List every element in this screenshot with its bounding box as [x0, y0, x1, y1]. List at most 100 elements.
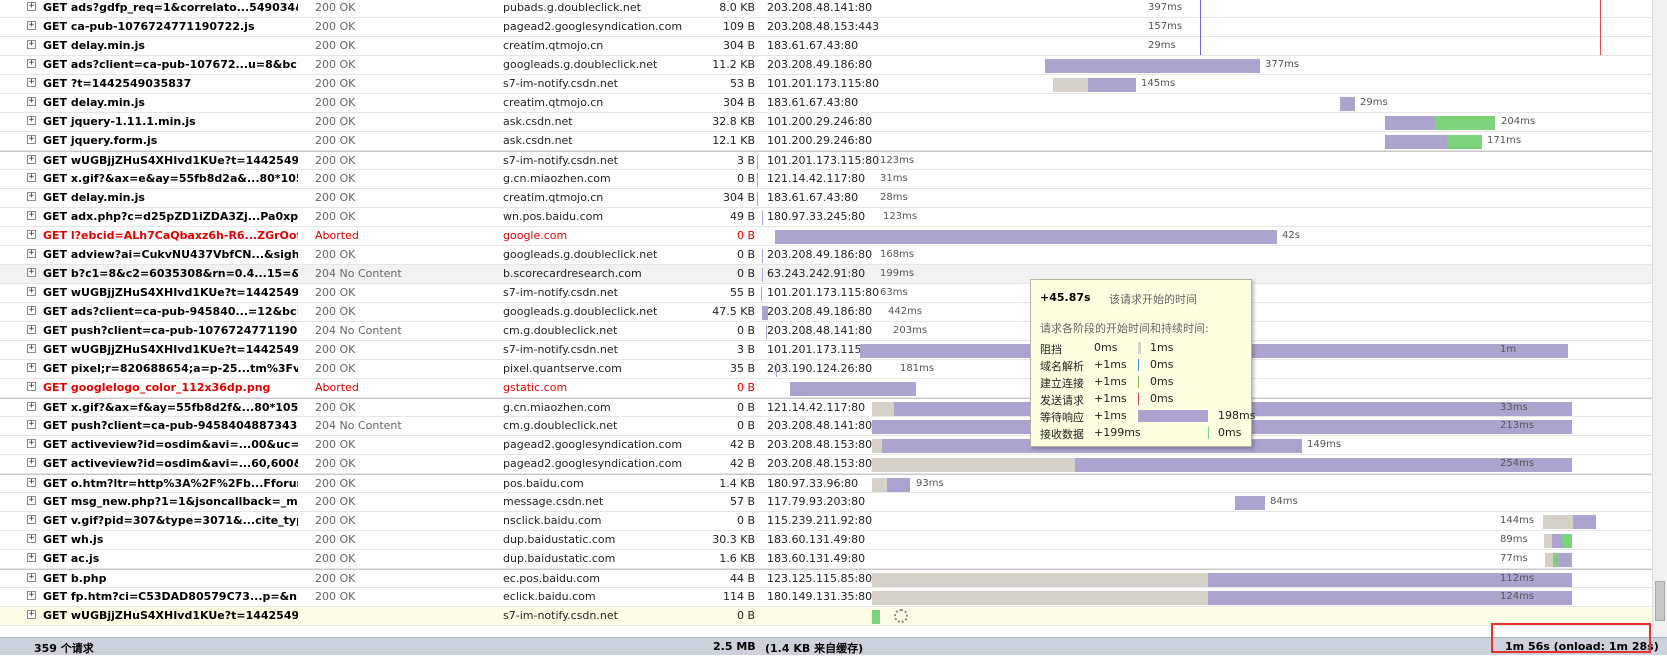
request-row[interactable]: + GET v.gif?pid=307&type=3071&...cite_typ…: [0, 512, 1652, 531]
request-size: 0 B: [736, 401, 755, 414]
expand-icon[interactable]: +: [27, 249, 36, 258]
expand-icon[interactable]: +: [27, 59, 36, 68]
request-url: GET activeview?id=osdim&avi=...60,600&uc…: [43, 457, 298, 470]
request-row[interactable]: + GET x.gif?&ax=f&ay=55fb8d2f&...80*1050&…: [0, 398, 1652, 417]
request-timeline: 213ms: [860, 417, 1652, 436]
request-row[interactable]: + GET ads?client=ca-pub-945840...=12&bc=1…: [0, 303, 1652, 322]
request-row[interactable]: + GET jquery-1.11.1.min.js 200 OK ask.csdn.…: [0, 113, 1652, 132]
request-domain: eclick.baidu.com: [503, 590, 596, 603]
request-row[interactable]: + GET delay.min.js 200 OK creatim.qtmojo.cn…: [0, 189, 1652, 208]
expand-icon[interactable]: +: [27, 344, 36, 353]
request-row[interactable]: + GET fp.htm?ci=C53DAD80579C73...p=&nip=8…: [0, 588, 1652, 607]
request-row[interactable]: + GET ads?client=ca-pub-107672...u=8&bc=1…: [0, 56, 1652, 75]
timeline-bar-wait: [762, 211, 763, 225]
request-url: GET l?ebcid=ALh7CaQbaxz6h-R6...ZGrOofrq8: [43, 229, 298, 242]
request-row[interactable]: + GET o.htm?ltr=http%3A%2F%2Fb...Fforums 2…: [0, 474, 1652, 493]
resize-grip-icon[interactable]: ⋰: [1644, 641, 1653, 651]
timeline-bar-block: [872, 402, 894, 416]
request-row[interactable]: + GET wh.js 200 OK dup.baidustatic.com 30.3 …: [0, 531, 1652, 550]
request-row[interactable]: + GET wUGBjjZHuS4XHIvd1KUe?t=1442549040 20…: [0, 341, 1652, 360]
request-duration: 171ms: [1487, 135, 1522, 146]
request-row[interactable]: + GET ?t=1442549035837 200 OK s7-im-notify.…: [0, 75, 1652, 94]
expand-icon[interactable]: +: [27, 78, 36, 87]
expand-icon[interactable]: +: [27, 306, 36, 315]
expand-icon[interactable]: +: [27, 2, 36, 11]
request-row[interactable]: + GET adview?ai=CukvNU437VbfCN...&sigh=sW…: [0, 246, 1652, 265]
timeline-bar-wait: [1385, 135, 1447, 149]
request-row[interactable]: + GET b?c1=8&c2=6035308&rn=0.4...15=&c16 2…: [0, 265, 1652, 284]
request-row[interactable]: + GET activeview?id=osdim&avi=...00&uc=2&…: [0, 436, 1652, 455]
expand-icon[interactable]: +: [27, 325, 36, 334]
request-row[interactable]: + GET wUGBjjZHuS4XHIvd1KUe?t=1442549037 20…: [0, 151, 1652, 170]
expand-icon[interactable]: +: [27, 439, 36, 448]
request-row[interactable]: + GET ca-pub-1076724771190722.js 200 OK pag…: [0, 18, 1652, 37]
request-status: 200 OK: [315, 172, 356, 185]
request-url: GET delay.min.js: [43, 96, 145, 109]
expand-icon[interactable]: +: [27, 420, 36, 429]
request-status: 200 OK: [315, 77, 356, 90]
expand-icon[interactable]: +: [27, 610, 36, 619]
phase-row-conn: 建立连接 +1ms 0ms: [1040, 375, 1245, 391]
expand-icon[interactable]: +: [27, 21, 36, 30]
request-domain: cm.g.doubleclick.net: [503, 324, 618, 337]
request-size: 1.6 KB: [719, 552, 755, 565]
request-url: GET fp.htm?ci=C53DAD80579C73...p=&nip=8: [43, 590, 298, 603]
tooltip-start-label: 该请求开始的时间: [1109, 293, 1197, 306]
expand-icon[interactable]: +: [27, 173, 36, 182]
expand-icon[interactable]: +: [27, 40, 36, 49]
request-size: 11.2 KB: [712, 58, 755, 71]
request-row[interactable]: + GET push?client=ca-pub-9458404887343559…: [0, 417, 1652, 436]
vertical-scrollbar[interactable]: [1652, 0, 1667, 637]
request-row[interactable]: + GET wUGBjjZHuS4XHIvd1KUe?t=1442549039 20…: [0, 284, 1652, 303]
expand-icon[interactable]: +: [27, 230, 36, 239]
request-url: GET wUGBjjZHuS4XHIvd1KUe?t=1442549037: [43, 154, 298, 167]
expand-icon[interactable]: +: [27, 268, 36, 277]
request-row[interactable]: + GET wUGBjjZHuS4XHIvd1KUe?t=1442549100 s7…: [0, 607, 1652, 626]
expand-icon[interactable]: +: [27, 573, 36, 582]
expand-icon[interactable]: +: [27, 382, 36, 391]
request-size: 49 B: [729, 210, 755, 223]
request-row[interactable]: + GET ac.js 200 OK dup.baidustatic.com 1.6 K…: [0, 550, 1652, 569]
expand-icon[interactable]: +: [27, 591, 36, 600]
request-row[interactable]: + GET delay.min.js 200 OK creatim.qtmojo.cn…: [0, 94, 1652, 113]
request-row[interactable]: + GET msg_new.php?1=1&jsoncallback=_mes 20…: [0, 493, 1652, 512]
request-row[interactable]: + GET delay.min.js 200 OK creatim.qtmojo.cn…: [0, 37, 1652, 56]
expand-icon[interactable]: +: [27, 363, 36, 372]
request-row[interactable]: + GET x.gif?&ax=e&ay=55fb8d2a&...80*1050&…: [0, 170, 1652, 189]
expand-icon[interactable]: +: [27, 135, 36, 144]
request-status: 200 OK: [315, 572, 356, 585]
expand-icon[interactable]: +: [27, 496, 36, 505]
request-row[interactable]: + GET pixel;r=820688654;a=p-25...tm%3Fv20…: [0, 360, 1652, 379]
request-row[interactable]: + GET googlelogo_color_112x36dp.png Aborte…: [0, 379, 1652, 398]
expand-icon[interactable]: +: [27, 116, 36, 125]
phase-start: +1ms: [1094, 409, 1127, 422]
expand-icon[interactable]: +: [27, 553, 36, 562]
request-row[interactable]: + GET adx.php?c=d25pZD1iZDA3Zj...Pa0xpG8B…: [0, 208, 1652, 227]
request-row[interactable]: + GET ads?gdfp_req=1&correlato...549034&g…: [0, 0, 1652, 18]
scrollbar-thumb[interactable]: [1655, 581, 1665, 621]
expand-icon[interactable]: +: [27, 287, 36, 296]
request-url: GET ads?client=ca-pub-945840...=12&bc=18: [43, 305, 298, 318]
expand-icon[interactable]: +: [27, 402, 36, 411]
request-url: GET delay.min.js: [43, 191, 145, 204]
request-timeline: 149ms: [860, 436, 1652, 455]
expand-icon[interactable]: +: [27, 155, 36, 164]
timeline-bar-wait: [757, 192, 758, 206]
expand-icon[interactable]: +: [27, 458, 36, 467]
expand-icon[interactable]: +: [27, 192, 36, 201]
expand-icon[interactable]: +: [27, 534, 36, 543]
request-row[interactable]: + GET l?ebcid=ALh7CaQbaxz6h-R6...ZGrOofrq…: [0, 227, 1652, 246]
request-domain: pagead2.googlesyndication.com: [503, 438, 683, 451]
expand-icon[interactable]: +: [27, 515, 36, 524]
request-row[interactable]: + GET push?client=ca-pub-107672477119072 2…: [0, 322, 1652, 341]
request-url: GET ?t=1442549035837: [43, 77, 192, 90]
expand-icon[interactable]: +: [27, 97, 36, 106]
expand-icon[interactable]: +: [27, 211, 36, 220]
expand-icon[interactable]: +: [27, 478, 36, 487]
request-row[interactable]: + GET jquery.form.js 200 OK ask.csdn.net 12.…: [0, 132, 1652, 151]
request-row[interactable]: + GET activeview?id=osdim&avi=...60,600&u…: [0, 455, 1652, 474]
timeline-bar-wait: [776, 363, 777, 377]
request-row[interactable]: + GET b.php 200 OK ec.pos.baidu.com 44 B 123.…: [0, 569, 1652, 588]
request-url: GET ac.js: [43, 552, 100, 565]
request-timeline: 33ms: [860, 399, 1652, 418]
